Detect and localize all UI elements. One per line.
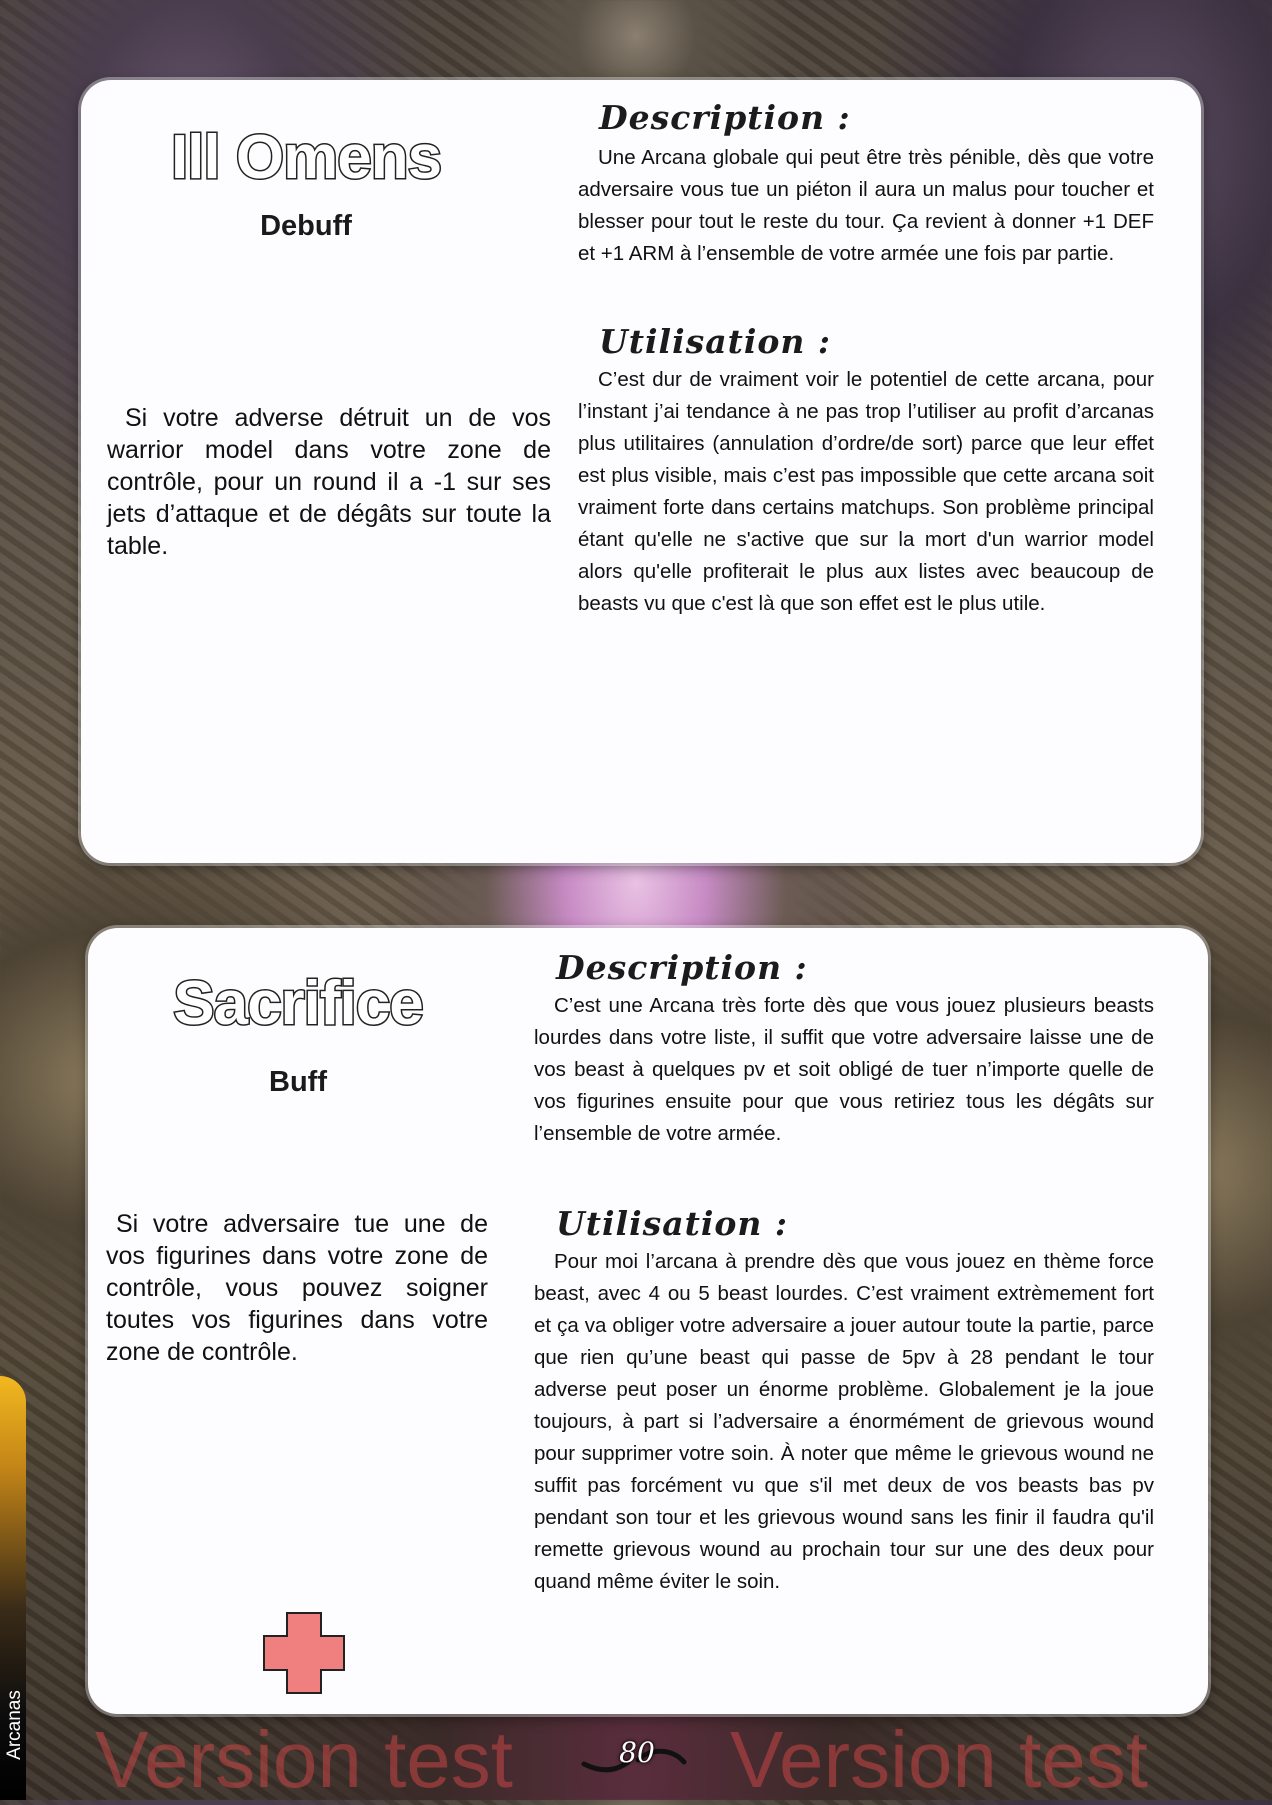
usage-heading: Utilisation : [599, 322, 832, 361]
card-title: Ill Omens [169, 122, 443, 194]
card-type: Buff [269, 1066, 327, 1098]
card-title: Sacrifice [172, 968, 426, 1040]
arcana-card-sacrifice: Sacrifice Buff Si votre adversaire tue u… [88, 928, 1208, 1714]
description-text: Une Arcana globale qui peut être très pé… [578, 146, 1154, 265]
section-tab-label: Arcanas [4, 1690, 25, 1760]
arcana-card-ill-omens: Ill Omens Debuff Si votre adverse détrui… [81, 80, 1201, 863]
usage-text: C’est dur de vraiment voir le potentiel … [578, 368, 1154, 615]
healing-cross-icon [263, 1612, 345, 1694]
card-type: Debuff [260, 210, 352, 242]
description-heading: Description : [556, 948, 808, 987]
usage-text: Pour moi l’arcana à prendre dès que vous… [534, 1250, 1154, 1593]
card-effect-text: Si votre adversaire tue une de vos figur… [106, 1210, 488, 1366]
watermark-left: Version test [95, 1715, 514, 1804]
description-heading: Description : [599, 98, 851, 137]
usage-heading: Utilisation : [556, 1204, 789, 1243]
description-text: C’est une Arcana très forte dès que vous… [534, 994, 1154, 1145]
watermark-right: Version test [730, 1715, 1149, 1804]
card-effect-text: Si votre adverse détruit un de vos warri… [107, 404, 551, 560]
page-number: 80 [619, 1736, 655, 1769]
